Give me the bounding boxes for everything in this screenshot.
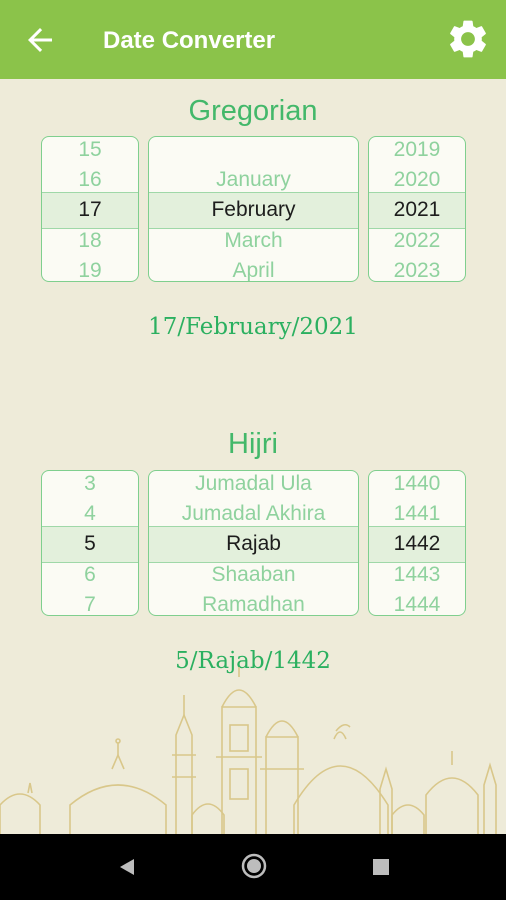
picker-item[interactable]: Jumadal Ula xyxy=(149,471,358,499)
picker-item[interactable]: 1440 xyxy=(369,471,465,499)
arrow-back-icon[interactable] xyxy=(22,22,58,58)
gregorian-month-picker[interactable]: January February March April xyxy=(148,136,359,282)
gregorian-day-picker[interactable]: 15 16 17 18 19 xyxy=(41,136,139,282)
picker-item[interactable]: 6 xyxy=(42,560,138,590)
picker-item[interactable]: 2020 xyxy=(369,165,465,195)
picker-item[interactable]: January xyxy=(149,165,358,195)
nav-recents-icon[interactable] xyxy=(371,857,391,877)
picker-item-selected[interactable]: 5 xyxy=(42,529,138,559)
picker-item-selected[interactable]: Rajab xyxy=(149,529,358,559)
gregorian-result: 17/February/2021 xyxy=(148,314,358,340)
picker-item[interactable]: April xyxy=(149,256,358,281)
gregorian-title: Gregorian xyxy=(188,95,318,127)
picker-item[interactable]: 1441 xyxy=(369,499,465,529)
picker-item[interactable] xyxy=(149,137,358,165)
page-title: Date Converter xyxy=(103,27,276,54)
hijri-title: Hijri xyxy=(228,428,278,460)
picker-item[interactable]: 2022 xyxy=(369,226,465,256)
picker-item[interactable]: 18 xyxy=(42,226,138,256)
picker-item[interactable]: 7 xyxy=(42,590,138,615)
hijri-month-picker[interactable]: Jumadal Ula Jumadal Akhira Rajab Shaaban… xyxy=(148,470,359,616)
picker-item[interactable]: 15 xyxy=(42,137,138,165)
hijri-day-picker[interactable]: 3 4 5 6 7 xyxy=(41,470,139,616)
picker-item[interactable]: March xyxy=(149,226,358,256)
picker-item[interactable]: Ramadhan xyxy=(149,590,358,615)
picker-item[interactable]: Jumadal Akhira xyxy=(149,499,358,529)
picker-item[interactable]: 1443 xyxy=(369,560,465,590)
app-bar: Date Converter xyxy=(0,0,506,79)
picker-item[interactable]: 4 xyxy=(42,499,138,529)
picker-item[interactable]: 2023 xyxy=(369,256,465,281)
picker-item-selected[interactable]: February xyxy=(149,195,358,225)
nav-back-icon[interactable] xyxy=(116,856,138,878)
picker-item[interactable]: 1444 xyxy=(369,590,465,615)
picker-item[interactable]: 3 xyxy=(42,471,138,499)
picker-item[interactable]: Shaaban xyxy=(149,560,358,590)
picker-item-selected[interactable]: 2021 xyxy=(369,195,465,225)
hijri-year-picker[interactable]: 1440 1441 1442 1443 1444 xyxy=(368,470,466,616)
picker-item-selected[interactable]: 1442 xyxy=(369,529,465,559)
picker-item-selected[interactable]: 17 xyxy=(42,195,138,225)
gear-icon[interactable] xyxy=(445,16,491,62)
picker-item[interactable]: 19 xyxy=(42,256,138,281)
picker-item[interactable]: 16 xyxy=(42,165,138,195)
mosque-illustration xyxy=(0,667,497,835)
nav-home-icon[interactable] xyxy=(240,852,268,880)
picker-item[interactable]: 2019 xyxy=(369,137,465,165)
gregorian-year-picker[interactable]: 2019 2020 2021 2022 2023 xyxy=(368,136,466,282)
